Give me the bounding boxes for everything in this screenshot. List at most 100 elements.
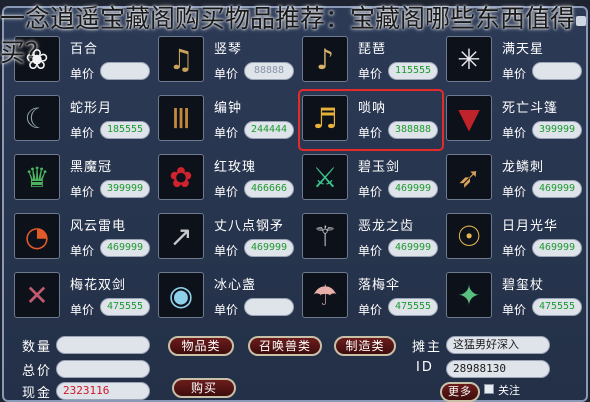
cash-label: 现金 (22, 386, 53, 401)
price-label: 单价 (358, 185, 383, 199)
price-label: 单价 (502, 67, 527, 81)
price-label: 单价 (502, 303, 527, 317)
dragon-spear-icon[interactable]: ➶ (446, 154, 492, 200)
follow-checkbox[interactable] (484, 384, 494, 394)
price-label: 单价 (70, 67, 95, 81)
item-slot[interactable]: ➶ 龙鳞刺单价 469999 (444, 150, 586, 208)
item-slot[interactable]: ✿ 红玫瑰 单价 466666 (156, 150, 298, 208)
item-slot[interactable]: ☂ 落梅伞单价 475555 (300, 268, 442, 326)
dragon-tooth-blade-icon[interactable]: ⚚ (302, 213, 348, 259)
item-name: 碧玉剑 (358, 160, 401, 175)
vendor-id-field: 28988130 (446, 360, 550, 378)
item-grid: ❀ 百合 单价 ♫ 竖琴 单价 88888 ♪ 琵琶 单价 115555 ✳ 满天星 单价 ☾ 蛇形月 单价 18… (12, 32, 586, 328)
item-price: 388888 (388, 121, 438, 139)
item-slot[interactable]: ❀ 百合单价 (12, 32, 154, 90)
item-slot[interactable]: ◉ 冰心盏单价 (156, 268, 298, 326)
tab-items[interactable]: 物品类 (168, 336, 234, 356)
bronze-bells-icon[interactable]: Ⅲ (158, 95, 204, 141)
item-slot[interactable]: ✕ 梅花双剑 单价 475555 (12, 268, 154, 326)
buy-button[interactable]: 购买 (172, 378, 236, 398)
item-name: 风云雷电 (70, 219, 127, 234)
item-name: 龙鳞刺 (502, 160, 545, 175)
harp-icon[interactable]: ♫ (158, 36, 204, 82)
item-name: 黑魔冠 (70, 160, 113, 175)
item-price: 469999 (244, 239, 294, 257)
item-slot[interactable]: ↗ 丈八点钢矛 单价 469999 (156, 209, 298, 267)
item-slot[interactable]: ☾ 蛇形月单价 185555 (12, 91, 154, 149)
item-name: 唢呐 (358, 101, 387, 116)
quantity-label: 数量 (22, 340, 53, 355)
item-slot[interactable]: ♬ 唢呐单价 388888 (298, 89, 444, 151)
jade-sword-icon[interactable]: ⚔ (302, 154, 348, 200)
steel-spear-icon[interactable]: ↗ (158, 213, 204, 259)
item-slot[interactable]: ☉ 日月光华单价 469999 (444, 209, 586, 267)
price-label: 单价 (502, 244, 527, 258)
price-label: 单价 (214, 126, 239, 140)
item-slot[interactable]: ♛ 黑魔冠 单价 399999 (12, 150, 154, 208)
item-slot[interactable]: ⚚ 恶龙之齿 单价 469999 (300, 209, 442, 267)
item-name: 蛇形月 (70, 101, 113, 116)
tab-summon-beasts[interactable]: 召唤兽类 (248, 336, 322, 356)
price-label: 单价 (70, 126, 95, 140)
item-name: 琵琶 (358, 42, 387, 57)
tab-crafting[interactable]: 制造类 (334, 336, 396, 356)
crescent-blade-icon[interactable]: ☾ (14, 95, 60, 141)
plum-umbrella-icon[interactable]: ☂ (302, 272, 348, 318)
item-price: 469999 (388, 180, 438, 198)
suona-horn-icon[interactable]: ♬ (302, 95, 348, 141)
item-slot[interactable]: ⚔ 碧玉剑单价 469999 (300, 150, 442, 208)
price-label: 单价 (358, 126, 383, 140)
item-price: 88888 (244, 62, 294, 80)
item-price: 475555 (532, 298, 582, 316)
item-name: 日月光华 (502, 219, 559, 234)
tourmaline-staff-icon[interactable]: ✦ (446, 272, 492, 318)
item-price: 185555 (100, 121, 150, 139)
item-slot[interactable]: ▼ 死亡斗篷单价 399999 (444, 91, 586, 149)
item-name: 编钟 (214, 101, 243, 116)
item-name: 冰心盏 (214, 278, 257, 293)
more-button[interactable]: 更多 (440, 382, 480, 402)
price-label: 单价 (358, 303, 383, 317)
item-price: 475555 (388, 298, 438, 316)
item-price: 469999 (100, 239, 150, 257)
demon-crown-icon[interactable]: ♛ (14, 154, 60, 200)
red-cloak-icon[interactable]: ▼ (446, 95, 492, 141)
item-name: 死亡斗篷 (502, 101, 559, 116)
gypsophila-flower-icon[interactable]: ✳ (446, 36, 492, 82)
sun-moon-staff-icon[interactable]: ☉ (446, 213, 492, 259)
price-label: 单价 (214, 303, 239, 317)
total-label: 总价 (22, 364, 53, 379)
price-label: 单价 (358, 67, 383, 81)
price-label: 单价 (502, 185, 527, 199)
red-rose-icon[interactable]: ✿ (158, 154, 204, 200)
item-slot[interactable]: ✦ 碧玺杖 单价 475555 (444, 268, 586, 326)
ice-lantern-icon[interactable]: ◉ (158, 272, 204, 318)
item-slot[interactable]: ♫ 竖琴 单价 88888 (156, 32, 298, 90)
purchase-panel: 数量 总价 现金 2323116 物品类 召唤兽类 制造类 购买 摊主 这猛男好… (12, 334, 586, 402)
item-price: 466666 (244, 180, 294, 198)
item-slot[interactable]: ◔ 风云雷电单价 469999 (12, 209, 154, 267)
item-name: 梅花双剑 (70, 278, 127, 293)
id-label: ID (416, 360, 434, 375)
item-name: 落梅伞 (358, 278, 401, 293)
price-label: 单价 (214, 67, 239, 81)
item-price: 469999 (532, 239, 582, 257)
price-label: 单价 (502, 126, 527, 140)
item-slot[interactable]: ♪ 琵琶 单价 115555 (300, 32, 442, 90)
item-name: 百合 (70, 42, 99, 57)
price-label: 单价 (70, 244, 95, 258)
quantity-input[interactable] (56, 336, 150, 354)
item-price: 399999 (532, 121, 582, 139)
item-slot[interactable]: ✳ 满天星 单价 (444, 32, 586, 90)
item-price: 469999 (532, 180, 582, 198)
item-price: 475555 (100, 298, 150, 316)
item-name: 恶龙之齿 (358, 219, 415, 234)
scroll-up-button[interactable] (576, 16, 586, 26)
pipa-lute-icon[interactable]: ♪ (302, 36, 348, 82)
twin-swords-icon[interactable]: ✕ (14, 272, 60, 318)
item-slot[interactable]: Ⅲ 编钟 单价 244444 (156, 91, 298, 149)
item-name: 红玫瑰 (214, 160, 257, 175)
lily-flower-icon[interactable]: ❀ (14, 36, 60, 82)
price-label: 单价 (358, 244, 383, 258)
war-fan-icon[interactable]: ◔ (14, 213, 60, 259)
